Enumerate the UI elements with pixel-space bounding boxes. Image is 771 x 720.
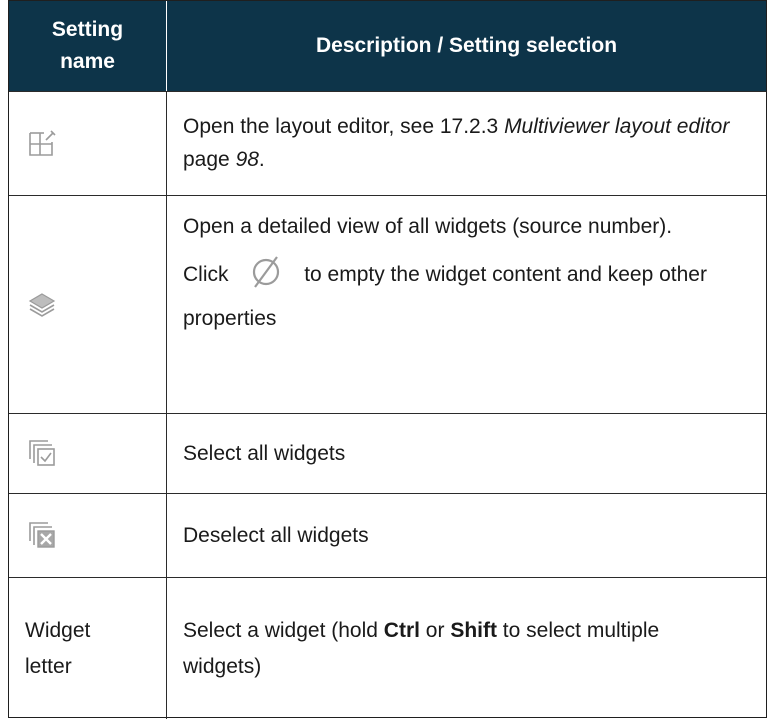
widget-letter-label: Widget letter [25, 618, 91, 678]
row-setting-cell [9, 196, 167, 413]
table-row: Select all widgets [9, 413, 766, 493]
page-reference[interactable]: 98 [236, 148, 259, 171]
row-description-text: page [183, 148, 236, 171]
header-description: Description / Setting selection [167, 1, 766, 91]
row-description-text: Open a detailed view of all widgets (sou… [183, 215, 673, 238]
row-description-cell: Deselect all widgets [167, 494, 766, 577]
layout-editor-icon[interactable] [27, 128, 57, 158]
select-all-icon[interactable] [27, 438, 57, 468]
row-setting-cell [9, 414, 167, 493]
shift-key-label: Shift [450, 618, 497, 642]
row-description-text: . [258, 148, 265, 171]
row-description-cell: Select a widget (hold Ctrl or Shift to s… [167, 578, 766, 719]
settings-table: Setting name Description / Setting selec… [8, 0, 767, 719]
table-row: Widget letter Select a widget (hold Ctrl… [9, 577, 766, 719]
row-description-text: Select all widgets [183, 442, 346, 465]
click-label: Click [183, 263, 229, 286]
header-setting-name-label: Setting name [51, 18, 124, 73]
header-description-label: Description / Setting selection [315, 34, 618, 57]
row-setting-cell [9, 92, 167, 195]
table-row: Open a detailed view of all widgets (sou… [9, 195, 766, 413]
description-part: or [419, 618, 451, 642]
deselect-all-icon[interactable] [27, 520, 57, 550]
row-setting-cell [9, 494, 167, 577]
table-row: Open the layout editor, see 17.2.3 Multi… [9, 91, 766, 195]
table-header: Setting name Description / Setting selec… [9, 1, 766, 91]
table-row: Deselect all widgets [9, 493, 766, 577]
row-description-text: Select a widget (hold Ctrl or Shift to s… [183, 613, 703, 685]
header-setting-name: Setting name [9, 1, 167, 91]
row-description-cell: Select all widgets [167, 414, 766, 493]
description-part: Select a widget (hold [183, 618, 384, 642]
row-description-cell: Open a detailed view of all widgets (sou… [167, 196, 766, 413]
empty-set-icon[interactable] [246, 254, 286, 289]
row-setting-cell: Widget letter [9, 578, 167, 719]
row-description-cell: Open the layout editor, see 17.2.3 Multi… [167, 92, 766, 195]
ctrl-key-label: Ctrl [383, 618, 420, 642]
row-description-text: Open the layout editor, see 17.2.3 [183, 115, 505, 138]
layers-icon[interactable] [27, 292, 57, 318]
row-description-text: Deselect all widgets [183, 524, 369, 547]
layout-editor-link[interactable]: Multiviewer layout editor [504, 115, 729, 138]
click-instruction: Click to empty the widget content and ke… [183, 253, 752, 341]
